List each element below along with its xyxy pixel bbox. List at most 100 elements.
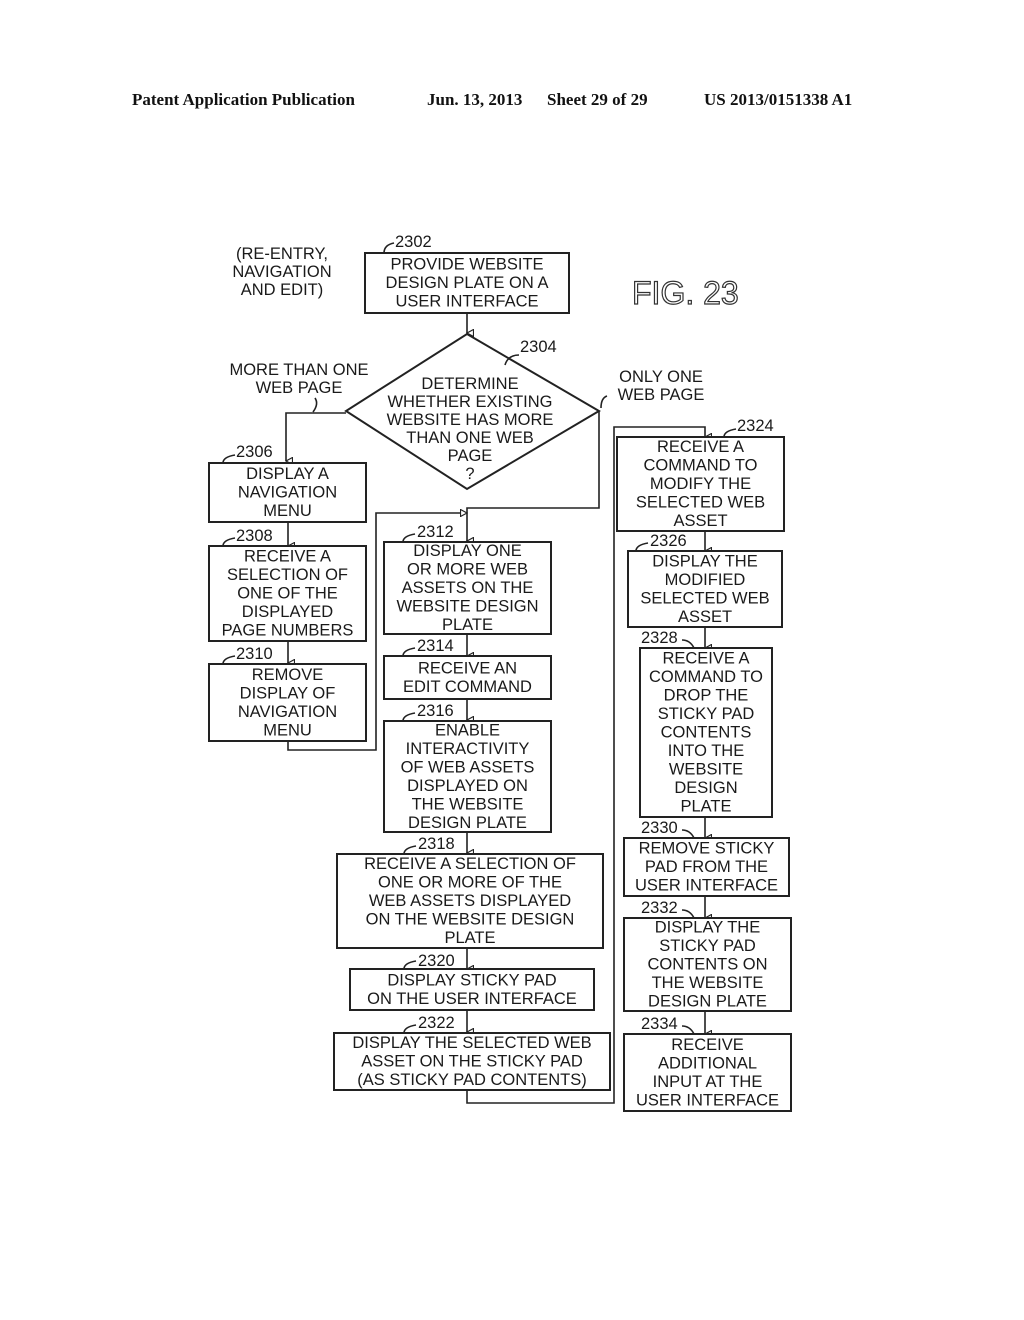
caption-line: AND EDIT): [241, 281, 324, 299]
box-text-line: DISPLAY THE SELECTED WEB: [352, 1034, 591, 1052]
box-text-line: ASSET: [678, 608, 732, 626]
connector: [286, 412, 346, 461]
box-text-line: INTERACTIVITY: [406, 740, 530, 758]
box-text-line: ADDITIONAL: [658, 1054, 757, 1072]
box-text-line: REMOVE: [252, 666, 324, 684]
figure-label: FIG. 23: [632, 275, 739, 311]
box-text-line: STICKY PAD: [659, 937, 756, 955]
box-text-line: SELECTION OF: [227, 566, 348, 584]
decision-text-line: ?: [465, 465, 474, 483]
box-text-line: DISPLAYED ON: [407, 777, 528, 795]
box-text-line: COMMAND TO: [644, 457, 758, 475]
box-text-line: CONTENTS: [661, 724, 752, 742]
box-text-line: RECEIVE A SELECTION OF: [364, 855, 576, 873]
decision-text-line: PAGE: [448, 447, 493, 465]
box-text-line: USER INTERFACE: [636, 1091, 779, 1109]
ref-number: 2324: [737, 417, 774, 435]
box-text-line: MODIFIED: [665, 571, 746, 589]
leader-line: [403, 960, 417, 970]
flowchart: (RE-ENTRY, NAVIGATION AND EDIT) FIG. 23 …: [208, 233, 792, 1112]
box-text-line: ONE OR MORE OF THE: [378, 874, 562, 892]
ref-number: 2334: [641, 1015, 678, 1033]
decision-2304: 2304 DETERMINEWHETHER EXISTINGWEBSITE HA…: [344, 332, 601, 491]
box-text-line: INTO THE: [668, 742, 744, 760]
box-text-line: NAVIGATION: [238, 703, 337, 721]
box-text-line: ON THE USER INTERFACE: [367, 990, 577, 1008]
box-text-line: WEBSITE DESIGN: [396, 598, 538, 616]
box-text-line: RECEIVE A: [657, 438, 744, 456]
figure-caption: (RE-ENTRY, NAVIGATION AND EDIT): [232, 245, 331, 299]
process-box-2330: 2330 REMOVE STICKYPAD FROM THEUSER INTERF…: [623, 819, 790, 897]
box-text-line: RECEIVE: [671, 1036, 743, 1054]
ref-number: 2332: [641, 899, 678, 917]
ref-number: 2312: [417, 523, 454, 541]
box-text-line: DISPLAY A: [246, 465, 329, 483]
process-box-2324: 2324 RECEIVE ACOMMAND TOMODIFY THESELECTE…: [616, 417, 785, 532]
box-text-line: CONTENTS ON: [647, 956, 767, 974]
leader-line: [681, 909, 695, 919]
leader-line: [222, 537, 236, 547]
ref-number: 2320: [418, 952, 455, 970]
decision-text-line: THAN ONE WEB: [406, 429, 533, 447]
box-text-line: MENU: [263, 502, 312, 520]
process-box-2332: 2332 DISPLAY THESTICKY PADCONTENTS ONTHE …: [623, 899, 792, 1012]
box-text-line: NAVIGATION: [238, 484, 337, 502]
box-text-line: DISPLAY THE: [655, 919, 760, 937]
box-text-line: USER INTERFACE: [395, 293, 538, 311]
leader-line: [600, 395, 608, 409]
box-text-line: OR MORE WEB: [407, 561, 528, 579]
leader-line: [222, 655, 236, 665]
ref-number: 2310: [236, 645, 273, 663]
leader-line: [383, 242, 395, 254]
box-text-line: DISPLAYED: [242, 603, 333, 621]
box-text-line: PAD FROM THE: [645, 858, 768, 876]
leader-line: [403, 1024, 417, 1034]
box-text-line: COMMAND TO: [649, 668, 763, 686]
box-text-line: DISPLAY OF: [240, 684, 336, 702]
box-text-line: MODIFY THE: [650, 475, 751, 493]
leader-line: [312, 397, 318, 413]
box-text-line: REMOVE STICKY: [639, 840, 775, 858]
box-text-line: PAGE NUMBERS: [222, 622, 354, 640]
process-box-2320: 2320DISPLAY STICKY PADON THE USER INTERF…: [349, 952, 595, 1011]
box-text-line: STICKY PAD: [658, 705, 755, 723]
leader-line: [681, 639, 695, 649]
branch-label-only: WEB PAGE: [618, 386, 705, 404]
leader-line: [402, 647, 416, 657]
box-text-line: MENU: [263, 721, 312, 739]
box-text-line: SELECTED WEB: [640, 589, 769, 607]
box-text-line: DESIGN: [674, 779, 737, 797]
box-text-line: EDIT COMMAND: [403, 678, 532, 696]
box-text-line: WEB ASSETS DISPLAYED: [369, 892, 571, 910]
branch-label-more: WEB PAGE: [256, 379, 343, 397]
leader-line: [723, 428, 737, 438]
leader-line: [681, 829, 695, 839]
process-box-2302: 2302 PROVIDE WEBSITEDESIGN PLATE ON AUSER…: [364, 233, 570, 314]
ref-number: 2304: [520, 338, 557, 356]
process-box-2328: 2328 RECEIVE ACOMMAND TODROP THESTICKY PA…: [639, 629, 773, 818]
box-text-line: RECEIVE A: [244, 548, 331, 566]
ref-number: 2314: [417, 637, 454, 655]
box-text-line: ON THE WEBSITE DESIGN: [366, 911, 575, 929]
box-text-line: RECEIVE A: [662, 650, 749, 668]
ref-number: 2316: [417, 702, 454, 720]
box-text-line: OF WEB ASSETS: [401, 758, 535, 776]
box-text-line: DROP THE: [664, 687, 749, 705]
process-box-2306: 2306 DISPLAY ANAVIGATIONMENU: [208, 443, 367, 523]
leader-line: [402, 712, 416, 722]
caption-line: NAVIGATION: [232, 263, 331, 281]
box-text-line: ASSET ON THE STICKY PAD: [361, 1053, 583, 1071]
process-box-2318: 2318 RECEIVE A SELECTION OFONE OR MORE OF…: [336, 835, 604, 949]
process-box-2316: 2316ENABLEINTERACTIVITYOF WEB ASSETSDISP…: [383, 702, 552, 833]
box-text-line: ENABLE: [435, 721, 500, 739]
box-text-line: DESIGN PLATE ON A: [386, 274, 549, 292]
branch-label-only: ONLY ONE: [619, 368, 703, 386]
box-text-line: INPUT AT THE: [653, 1073, 763, 1091]
leader-line: [635, 542, 649, 552]
box-text-line: (AS STICKY PAD CONTENTS): [357, 1071, 587, 1089]
decision-text-line: WEBSITE HAS MORE: [387, 411, 554, 429]
leader-line: [681, 1025, 695, 1035]
box-text-line: PLATE: [442, 616, 493, 634]
box-text-line: THE WEBSITE: [652, 974, 764, 992]
branch-label-more: MORE THAN ONE: [229, 361, 368, 379]
